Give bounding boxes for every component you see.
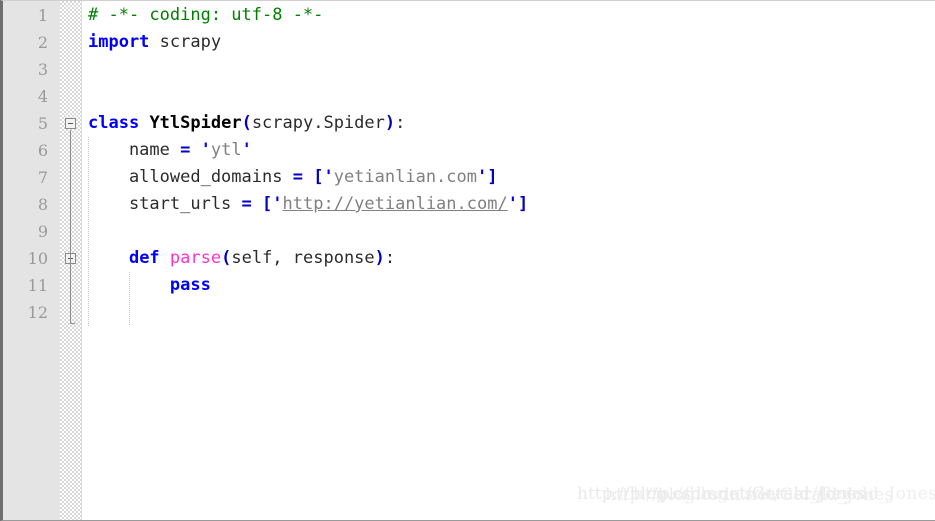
- code-token-brk: [: [313, 167, 324, 187]
- code-token-plain: :: [395, 113, 406, 133]
- line-number: 8: [37, 195, 48, 214]
- code-token-cmt: # -*- coding: utf-8 -*-: [88, 5, 324, 25]
- code-token-kw: class: [88, 113, 140, 133]
- code-token-kw: def: [128, 248, 160, 268]
- code-token-plain: self, response: [231, 248, 375, 268]
- code-token-quo: ': [200, 140, 211, 160]
- code-token-brk: ): [384, 113, 396, 133]
- code-token-brk: (: [221, 248, 232, 268]
- code-line[interactable]: pass: [82, 272, 935, 299]
- line-number: 7: [37, 168, 48, 187]
- code-line[interactable]: name = 'ytl': [82, 137, 935, 164]
- line-number: 1: [37, 6, 48, 25]
- code-token-brk: (: [241, 113, 252, 133]
- code-token-plain: :: [384, 248, 396, 268]
- code-token-url: http://yetianlian.com/: [282, 194, 508, 214]
- code-token-op: =: [241, 194, 252, 214]
- code-token-brk: ): [374, 248, 385, 268]
- code-token-quo: ': [507, 194, 518, 214]
- code-token-op: =: [180, 140, 191, 160]
- code-token-plain: start_urls: [88, 194, 242, 214]
- code-token-brk: ]: [487, 167, 498, 187]
- code-token-str: ytl: [210, 140, 242, 160]
- code-token-plain: name: [88, 140, 181, 160]
- code-token-kw: import: [88, 32, 150, 52]
- code-token-quo: ': [272, 194, 283, 214]
- code-token-brk: [: [262, 194, 273, 214]
- code-token-brk: ]: [517, 194, 529, 214]
- code-content-area[interactable]: # -*- coding: utf-8 -*- import scrapy clas…: [82, 1, 935, 520]
- code-line[interactable]: [82, 218, 935, 245]
- line-number: 9: [37, 222, 48, 241]
- line-number: 2: [37, 33, 48, 52]
- code-token-plain: scrapy: [149, 32, 222, 52]
- line-number: 6: [37, 141, 48, 160]
- code-token-cls: YtlSpider: [149, 113, 242, 133]
- fold-region-end: [70, 323, 75, 324]
- line-number-gutter[interactable]: 1 2 3 4 5 6 7 8 9 10 11 12: [3, 1, 60, 520]
- code-token-quo: ': [323, 167, 334, 187]
- code-line[interactable]: import scrapy: [82, 29, 935, 56]
- code-token-fn: parse: [169, 248, 222, 268]
- fold-region-line: [70, 130, 71, 323]
- code-line[interactable]: # -*- coding: utf-8 -*-: [82, 2, 935, 29]
- line-number: 10: [27, 249, 48, 268]
- line-number: 12: [27, 303, 48, 322]
- code-token-quo: ': [241, 140, 252, 160]
- code-line[interactable]: allowed_domains = ['yetianlian.com']: [82, 164, 935, 191]
- line-number: 3: [37, 60, 48, 79]
- code-line[interactable]: [82, 83, 935, 110]
- code-token-plain: scrapy.Spider: [251, 113, 385, 133]
- code-line[interactable]: [82, 299, 935, 326]
- code-line[interactable]: class YtlSpider(scrapy.Spider):: [82, 110, 935, 137]
- line-number: 11: [27, 276, 48, 295]
- code-token-quo: ': [477, 167, 488, 187]
- code-line[interactable]: start_urls = ['http://yetianlian.com/']: [82, 191, 935, 218]
- line-number: 4: [37, 87, 48, 106]
- code-token-plain: allowed_domains: [88, 167, 293, 187]
- code-line[interactable]: def parse(self, response):: [82, 245, 935, 272]
- fold-toggle-icon[interactable]: [65, 118, 76, 129]
- code-editor[interactable]: 1 2 3 4 5 6 7 8 9 10 11 12 # -*- coding: utf-8 -*- i…: [0, 0, 935, 521]
- code-token-op: =: [292, 167, 303, 187]
- line-number: 5: [37, 114, 48, 133]
- code-token-str: yetianlian.com: [333, 167, 477, 187]
- code-line[interactable]: [82, 56, 935, 83]
- code-token-kw: pass: [169, 275, 211, 295]
